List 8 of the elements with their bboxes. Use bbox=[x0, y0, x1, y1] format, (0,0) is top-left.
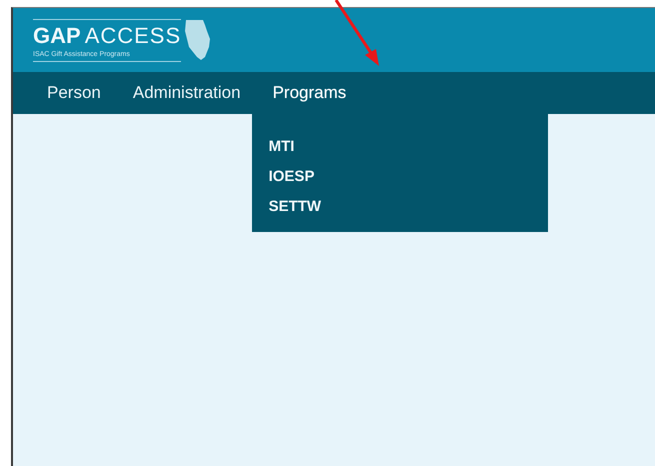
nav-menu-item[interactable]: Administration bbox=[132, 83, 241, 103]
dropdown-item[interactable]: IOESP bbox=[252, 162, 548, 192]
dropdown-item[interactable]: SETTW bbox=[252, 192, 548, 222]
logo-wordmark: GAP ACCESS bbox=[33, 22, 182, 48]
annotation-arrow bbox=[334, 0, 379, 66]
nav-menu-item[interactable]: Programs bbox=[272, 83, 346, 103]
nav-menu-item[interactable]: Person bbox=[47, 83, 101, 103]
dropdown-item[interactable]: MTI bbox=[252, 132, 548, 162]
